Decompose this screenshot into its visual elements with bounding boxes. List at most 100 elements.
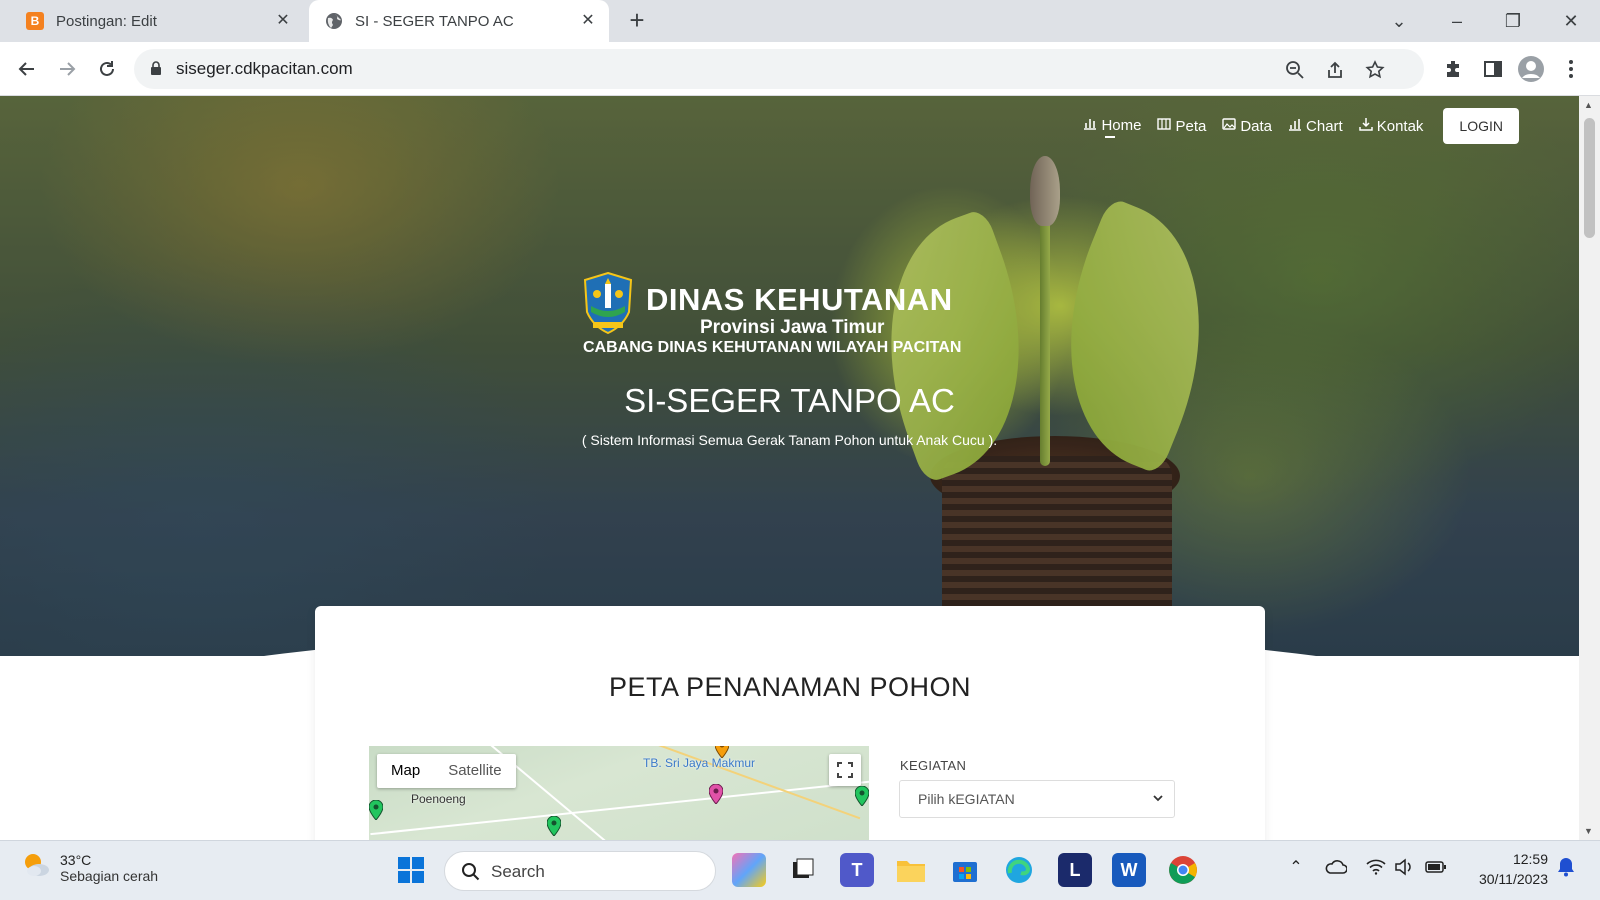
new-tab-button[interactable]: +	[624, 7, 650, 34]
map-marker-icon[interactable]	[715, 746, 729, 758]
edge-icon[interactable]	[1002, 853, 1036, 887]
map-type-map-button[interactable]: Map	[377, 754, 434, 788]
org-brand: DINAS KEHUTANAN Provinsi Jawa Timur CABA…	[583, 271, 1003, 362]
tab-siseger[interactable]: SI - SEGER TANPO AC ✕	[309, 0, 609, 42]
system-clock[interactable]: 12:59 30/11/2023	[1479, 849, 1548, 889]
windows-start-icon[interactable]	[394, 853, 428, 887]
taskbar-search[interactable]: Search	[444, 851, 716, 891]
hero-banner: Home Peta Data Chart Kontak LOGIN DINAS …	[0, 96, 1579, 656]
volume-icon[interactable]	[1392, 855, 1416, 879]
map-place-label: TB. Sri Jaya Makmur	[643, 756, 756, 770]
page-scrollbar[interactable]: ▲ ▼	[1579, 96, 1600, 840]
kegiatan-select[interactable]: Pilih kEGIATAN	[899, 780, 1175, 818]
nav-home[interactable]: Home	[1083, 116, 1141, 138]
clock-time: 12:59	[1512, 851, 1548, 867]
search-icon	[461, 862, 481, 887]
file-explorer-icon[interactable]	[894, 853, 928, 887]
windows-taskbar: 33°C Sebagian cerah Search T L W ⌃ 12:59…	[0, 840, 1600, 900]
tab-title: SI - SEGER TANPO AC	[355, 12, 514, 30]
scroll-down-icon[interactable]: ▼	[1584, 826, 1593, 836]
bar-chart-icon	[1288, 117, 1302, 135]
tab-title: Postingan: Edit	[56, 12, 157, 30]
blogger-icon: B	[26, 12, 44, 30]
download-icon	[1358, 117, 1373, 135]
planting-map[interactable]: Map Satellite Poenoeng TB. Sri Jaya Makm…	[369, 746, 869, 840]
restore-icon[interactable]: ❐	[1498, 6, 1528, 36]
app-subtitle: ( Sistem Informasi Semua Gerak Tanam Poh…	[581, 432, 998, 448]
back-icon[interactable]	[12, 54, 42, 84]
task-view-icon[interactable]	[786, 853, 820, 887]
nav-data[interactable]: Data	[1222, 117, 1272, 135]
show-hidden-icons-chevron-up-icon[interactable]: ⌃	[1284, 855, 1308, 879]
nav-peta-label: Peta	[1175, 117, 1207, 135]
weather-widget[interactable]: 33°C Sebagian cerah	[20, 849, 158, 886]
org-province: Provinsi Jawa Timur	[700, 317, 885, 338]
close-tab-icon[interactable]: ✕	[579, 12, 597, 30]
map-marker-icon[interactable]	[369, 800, 383, 820]
battery-icon[interactable]	[1424, 855, 1448, 879]
taskbar-search-label: Search	[491, 862, 545, 881]
jawa-timur-emblem-icon	[583, 271, 633, 335]
kegiatan-select-value: Pilih kEGIATAN	[918, 791, 1015, 807]
weather-temperature: 33°C	[60, 851, 92, 868]
map-marker-icon[interactable]	[855, 786, 869, 806]
close-tab-icon[interactable]: ✕	[274, 12, 292, 30]
scroll-up-icon[interactable]: ▲	[1584, 100, 1593, 110]
nav-peta[interactable]: Peta	[1157, 117, 1206, 135]
side-panel-icon[interactable]	[1480, 56, 1506, 82]
tab-postingan-edit[interactable]: B Postingan: Edit ✕	[0, 0, 304, 42]
partly-sunny-icon	[20, 849, 52, 886]
menu-kebab-icon[interactable]	[1558, 56, 1584, 82]
onedrive-cloud-icon[interactable]	[1324, 855, 1348, 879]
microsoft-store-icon[interactable]	[948, 853, 982, 887]
notification-bell-icon[interactable]	[1554, 855, 1578, 879]
app-title: SI-SEGER TANPO AC	[624, 382, 955, 419]
map-place-label: Poenoeng	[411, 792, 466, 806]
map-icon	[1157, 117, 1172, 135]
section-title: PETA PENANAMAN POHON	[608, 672, 972, 702]
map-type-control: Map Satellite	[377, 754, 516, 788]
kegiatan-label: KEGIATAN	[900, 758, 967, 773]
teams-icon[interactable]: T	[840, 853, 874, 887]
fullscreen-icon[interactable]	[829, 754, 861, 786]
launcher-l-icon[interactable]: L	[1058, 853, 1092, 887]
browser-toolbar: siseger.cdkpacitan.com	[0, 42, 1600, 96]
chevron-down-icon	[1152, 781, 1164, 831]
address-bar[interactable]: siseger.cdkpacitan.com	[134, 49, 1424, 89]
nav-chart-label: Chart	[1306, 117, 1343, 135]
lock-icon[interactable]	[150, 61, 162, 81]
word-icon[interactable]: W	[1112, 853, 1146, 887]
reload-icon[interactable]	[92, 54, 122, 84]
map-type-satellite-button[interactable]: Satellite	[434, 754, 515, 788]
minimize-icon[interactable]: –	[1442, 6, 1472, 36]
copilot-icon[interactable]	[732, 853, 766, 887]
weather-condition: Sebagian cerah	[60, 867, 159, 884]
nav-kontak[interactable]: Kontak	[1358, 117, 1424, 135]
zoom-icon[interactable]	[1284, 59, 1306, 81]
org-title: DINAS KEHUTANAN	[646, 282, 953, 317]
browser-tab-strip: B Postingan: Edit ✕ SI - SEGER TANPO AC …	[0, 0, 1600, 42]
close-window-icon[interactable]: ✕	[1556, 6, 1586, 36]
map-marker-icon[interactable]	[547, 816, 561, 836]
bar-chart-icon	[1083, 116, 1097, 134]
nav-data-label: Data	[1240, 117, 1273, 135]
clock-date: 30/11/2023	[1478, 871, 1548, 887]
bookmark-star-icon[interactable]	[1364, 59, 1386, 81]
profile-avatar-icon[interactable]	[1518, 56, 1544, 82]
nav-chart[interactable]: Chart	[1288, 117, 1343, 135]
chrome-icon[interactable]	[1166, 853, 1200, 887]
scrollbar-thumb[interactable]	[1584, 118, 1595, 238]
url-text[interactable]: siseger.cdkpacitan.com	[176, 59, 353, 79]
page-viewport: Home Peta Data Chart Kontak LOGIN DINAS …	[0, 96, 1600, 840]
forward-icon[interactable]	[52, 54, 82, 84]
login-button[interactable]: LOGIN	[1443, 108, 1519, 144]
main-nav: Home Peta Data Chart Kontak LOGIN	[1083, 108, 1519, 144]
nav-kontak-label: Kontak	[1376, 117, 1424, 135]
image-icon	[1222, 117, 1237, 135]
share-icon[interactable]	[1324, 59, 1346, 81]
map-marker-icon[interactable]	[709, 784, 723, 804]
extensions-icon[interactable]	[1440, 56, 1466, 82]
wifi-icon[interactable]	[1364, 855, 1388, 879]
org-branch: CABANG DINAS KEHUTANAN WILAYAH PACITAN	[583, 339, 962, 356]
tab-search-icon[interactable]: ⌄	[1384, 6, 1414, 36]
